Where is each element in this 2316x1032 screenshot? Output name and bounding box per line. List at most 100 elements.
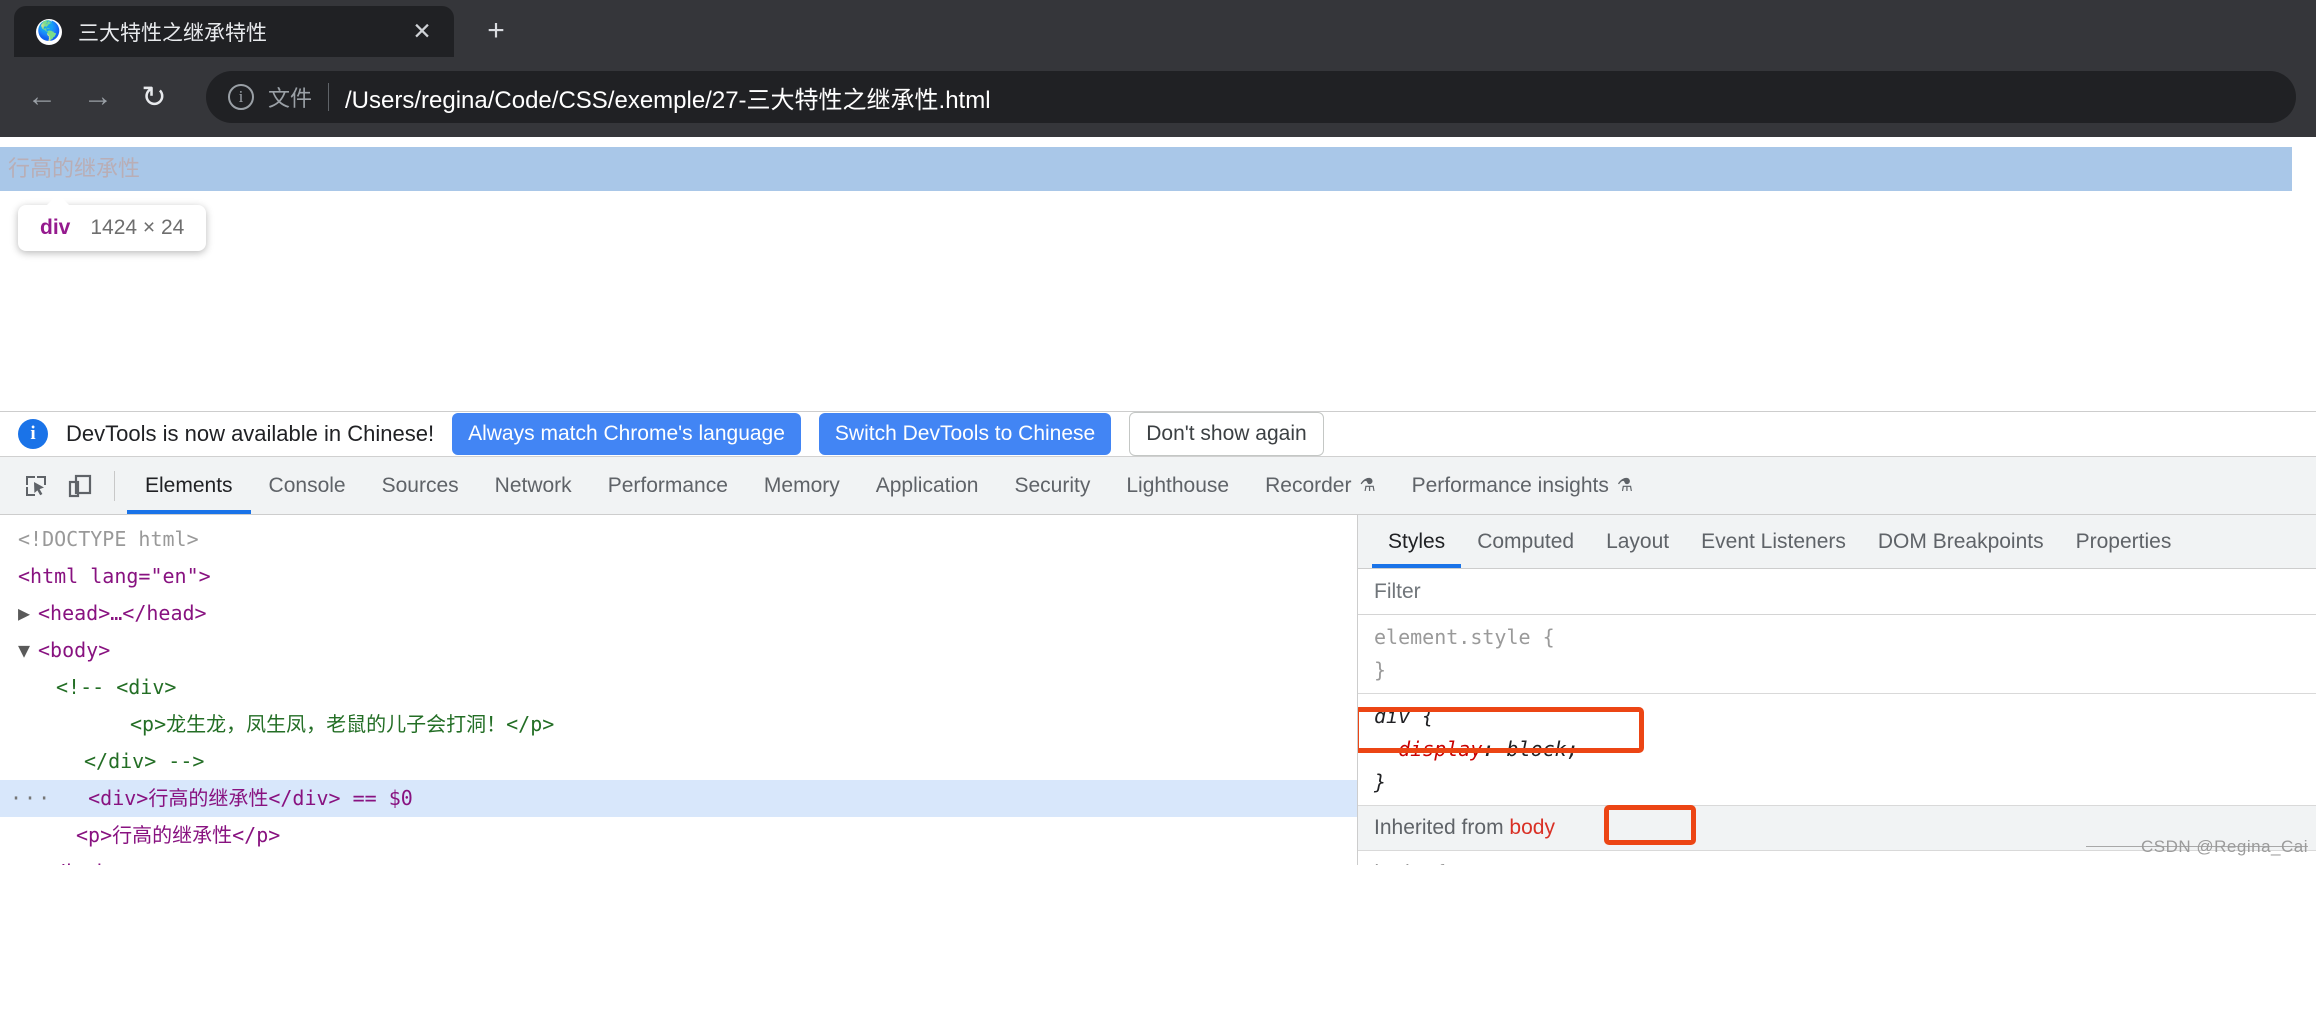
- tab-label: DOM Breakpoints: [1877, 529, 2044, 553]
- dom-line-head[interactable]: ▶ <head>…</head>: [0, 595, 1357, 632]
- expand-ellipsis-icon[interactable]: ···: [10, 786, 52, 810]
- rule-element-style[interactable]: element.style { }: [1358, 615, 2316, 694]
- dom-line-comment-open[interactable]: <!-- <div>: [0, 669, 1357, 706]
- browser-tab-title: 三大特性之继承特性: [78, 21, 267, 45]
- page-div-text: 行高的继承性: [8, 156, 141, 181]
- close-icon[interactable]: ✕: [404, 14, 440, 50]
- dom-line-comment-close[interactable]: </div> -->: [0, 743, 1357, 780]
- dont-show-again-button[interactable]: Don't show again: [1129, 412, 1324, 456]
- dom-line-html-open[interactable]: <html lang="en">: [0, 558, 1357, 595]
- declaration-property[interactable]: display: [1398, 737, 1482, 761]
- inspect-tooltip: div 1424 × 24: [18, 194, 207, 251]
- dom-line-body-open[interactable]: ▼ <body>: [0, 632, 1357, 669]
- plus-icon[interactable]: +: [470, 7, 522, 55]
- address-bar[interactable]: i 文件 /Users/regina/Code/CSS/exemple/27-三…: [206, 71, 2296, 123]
- browser-chrome: 🌎 三大特性之继承特性 ✕ + ← → ↻ i 文件 /Users/regina…: [0, 0, 2316, 137]
- styles-filter-input[interactable]: Filter: [1358, 569, 2316, 615]
- rule-open-brace: {: [1410, 704, 1435, 728]
- dom-line-text: <html lang="en">: [18, 564, 211, 588]
- declaration-value[interactable]: block: [1506, 737, 1566, 761]
- styles-tab-bar: Styles Computed Layout Event Listeners D…: [1358, 515, 2316, 569]
- arrow-right-icon[interactable]: →: [70, 69, 126, 125]
- omnibox-url: /Users/regina/Code/CSS/exemple/27-三大特性之继…: [345, 86, 991, 114]
- info-circle-icon[interactable]: i: [228, 84, 254, 110]
- omnibox-divider: [328, 83, 330, 111]
- tab-styles[interactable]: Styles: [1372, 515, 1461, 568]
- dom-line-text: <p>行高的继承性</p>: [76, 823, 281, 847]
- arrow-left-icon[interactable]: ←: [14, 69, 70, 125]
- tab-label: Performance insights: [1411, 473, 1609, 497]
- rule-open-brace: {: [1422, 861, 1446, 865]
- declaration-colon: :: [1482, 737, 1507, 761]
- tab-lighthouse[interactable]: Lighthouse: [1108, 457, 1247, 514]
- info-icon: i: [18, 419, 48, 449]
- tab-label: Application: [875, 473, 979, 497]
- rule-selector: element.style: [1374, 625, 1531, 649]
- declaration-semicolon: ;: [1566, 737, 1579, 761]
- inspect-element-icon[interactable]: [14, 464, 58, 508]
- dom-line-text: <head>…</head>: [38, 601, 207, 625]
- dom-line-selected-div[interactable]: ··· <div>行高的继承性</div> == $0: [0, 780, 1357, 817]
- dom-line-text: </div> -->: [84, 749, 205, 773]
- dom-line-doctype[interactable]: <!DOCTYPE html>: [0, 521, 1357, 558]
- tab-network[interactable]: Network: [477, 457, 590, 514]
- rule-close-brace: }: [1374, 770, 1387, 794]
- dom-line-text: <div>行高的继承性</div> == $0: [88, 786, 413, 810]
- tab-dom-breakpoints[interactable]: DOM Breakpoints: [1862, 515, 2060, 568]
- styles-filter-placeholder: Filter: [1374, 579, 1421, 603]
- tab-performance-insights[interactable]: Performance insights ⚗: [1394, 457, 1651, 514]
- tab-label: Styles: [1388, 529, 1446, 553]
- watermark: CSDN @Regina_Cai: [2141, 837, 2308, 856]
- tab-elements[interactable]: Elements: [127, 457, 251, 514]
- tab-memory[interactable]: Memory: [746, 457, 858, 514]
- dom-line-paragraph[interactable]: <p>行高的继承性</p>: [0, 817, 1357, 854]
- tab-label: Elements: [145, 473, 233, 497]
- dom-line-text: <!-- <div>: [56, 675, 177, 699]
- inspect-tooltip-tag: div: [40, 216, 71, 239]
- tab-label: Console: [268, 473, 346, 497]
- inherited-from-label: Inherited from: [1374, 816, 1504, 839]
- tab-recorder[interactable]: Recorder ⚗: [1247, 457, 1394, 514]
- tab-application[interactable]: Application: [858, 457, 997, 514]
- rule-div[interactable]: div { display: block; }: [1358, 694, 2316, 806]
- chevron-down-icon[interactable]: ▼: [18, 632, 38, 669]
- dom-line-body-close[interactable]: </body>: [0, 854, 1357, 865]
- dom-tree-pane[interactable]: <!DOCTYPE html> <html lang="en"> ▶ <head>…: [0, 515, 1358, 865]
- device-toolbar-icon[interactable]: [58, 464, 102, 508]
- tab-security[interactable]: Security: [996, 457, 1108, 514]
- dom-line-text: <!DOCTYPE html>: [18, 527, 199, 551]
- devtools-body: <!DOCTYPE html> <html lang="en"> ▶ <head>…: [0, 515, 2316, 865]
- dom-line-comment-inner[interactable]: <p>龙生龙，凤生凤，老鼠的儿子会打洞！</p>: [0, 706, 1357, 743]
- tab-label: Network: [494, 473, 572, 497]
- tab-event-listeners[interactable]: Event Listeners: [1685, 515, 1862, 568]
- rule-selector: body: [1374, 861, 1422, 865]
- always-match-language-button[interactable]: Always match Chrome's language: [452, 413, 801, 455]
- browser-tab[interactable]: 🌎 三大特性之继承特性 ✕: [14, 6, 454, 57]
- tab-sources[interactable]: Sources: [364, 457, 477, 514]
- tab-label: Computed: [1477, 529, 1575, 553]
- tab-label: Event Listeners: [1701, 529, 1846, 553]
- inherited-from-source[interactable]: body: [1509, 816, 1555, 839]
- browser-toolbar: ← → ↻ i 文件 /Users/regina/Code/CSS/exempl…: [0, 57, 2316, 137]
- globe-icon: 🌎: [36, 18, 62, 45]
- dom-line-text: </body>: [42, 860, 126, 865]
- switch-devtools-to-chinese-button[interactable]: Switch DevTools to Chinese: [818, 413, 1112, 455]
- inspect-tooltip-dimensions: 1424 × 24: [90, 216, 185, 239]
- tab-layout[interactable]: Layout: [1590, 515, 1685, 568]
- reload-icon[interactable]: ↻: [126, 69, 182, 125]
- tab-label: Security: [1014, 473, 1091, 497]
- page-viewport: 行高的继承性 div 1424 × 24: [0, 137, 2316, 411]
- tab-console[interactable]: Console: [251, 457, 364, 514]
- element-highlight-overlay: [0, 147, 2292, 191]
- devtools-tab-bar: Elements Console Sources Network Perform…: [0, 457, 2316, 515]
- rule-selector: div: [1374, 704, 1411, 728]
- chevron-right-icon[interactable]: ▶: [18, 595, 38, 632]
- tab-performance[interactable]: Performance: [590, 457, 746, 514]
- tab-properties[interactable]: Properties: [2060, 515, 2188, 568]
- toolbar-divider: [114, 470, 115, 501]
- tab-label: Properties: [2075, 529, 2172, 553]
- tab-label: Performance: [607, 473, 728, 497]
- tab-computed[interactable]: Computed: [1461, 515, 1590, 568]
- tab-label: Recorder: [1265, 473, 1352, 497]
- experiment-flask-icon: ⚗: [1616, 475, 1634, 495]
